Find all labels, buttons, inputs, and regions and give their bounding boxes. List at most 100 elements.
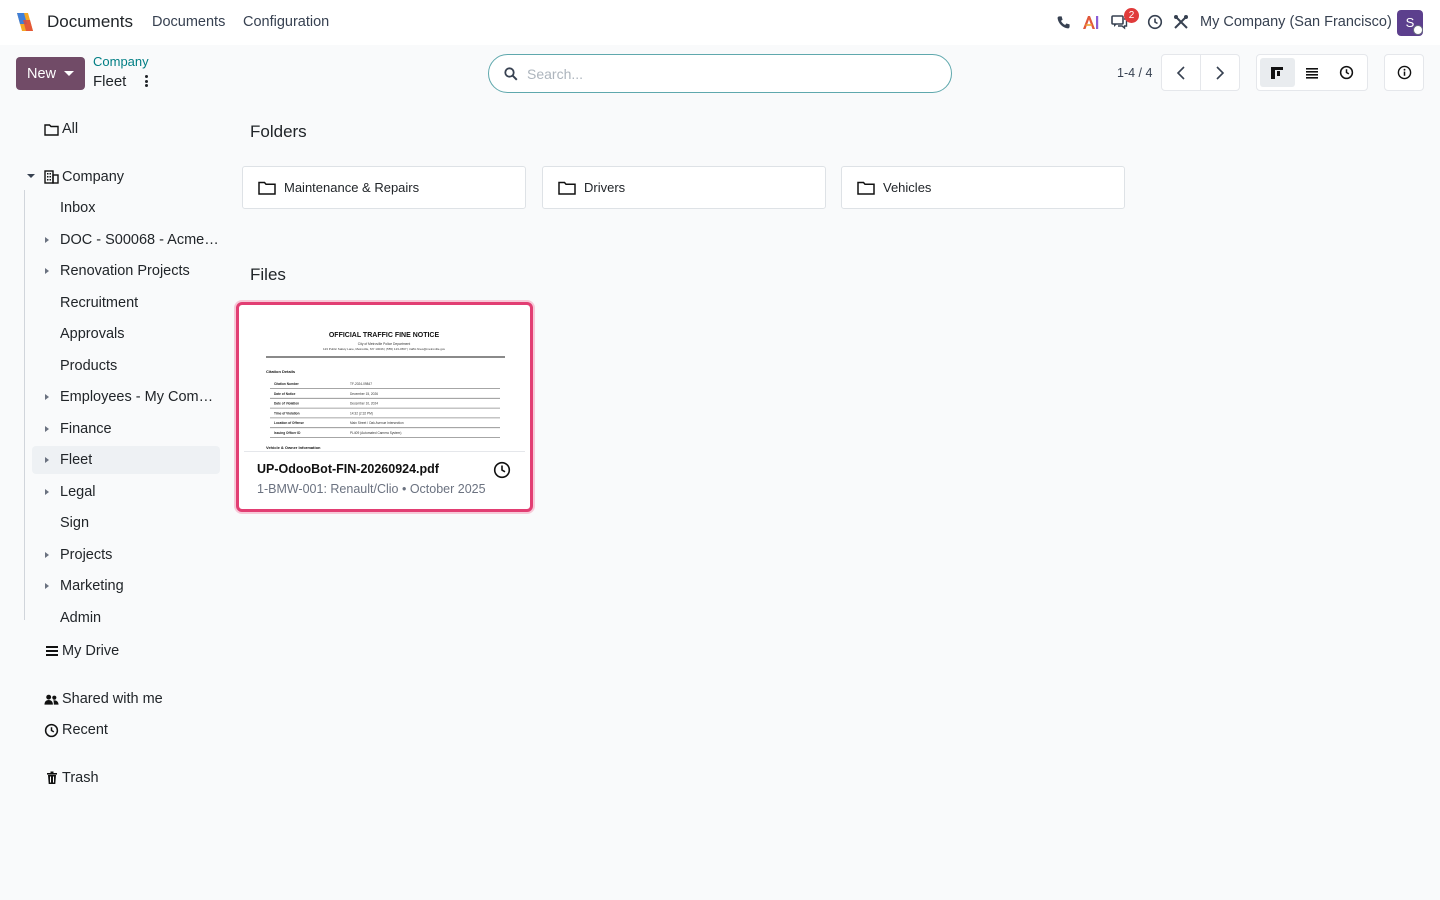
pager-next-button[interactable]: [1200, 55, 1239, 90]
caret-right-icon[interactable]: [45, 488, 49, 495]
activity-clock-icon[interactable]: [1146, 13, 1164, 31]
list-icon: [44, 644, 59, 659]
documents-app-logo-icon[interactable]: [14, 11, 36, 33]
sidebar-item[interactable]: Finance: [32, 415, 220, 443]
list-icon: [1306, 67, 1318, 79]
pager-value[interactable]: 1-4 / 4: [1117, 66, 1152, 80]
sidebar-item-label: Finance: [60, 420, 112, 437]
chevron-right-icon: [1216, 65, 1225, 80]
sidebar-shared-with-me[interactable]: Shared with me: [44, 687, 163, 711]
caret-right-icon[interactable]: [45, 551, 49, 558]
sidebar-item-label: Admin: [60, 609, 102, 626]
activity-view-button[interactable]: [1329, 58, 1364, 87]
sidebar-company[interactable]: Company: [44, 165, 124, 189]
sidebar-item-label: Legal: [60, 483, 96, 500]
caret-right-icon[interactable]: [45, 425, 49, 432]
folder-card-vehicles[interactable]: Vehicles: [841, 166, 1125, 209]
sidebar-company-label: Company: [62, 169, 125, 185]
sidebar-item-label: Projects: [60, 546, 113, 563]
sidebar-item-label: Employees - My Company: [60, 389, 220, 405]
caret-right-icon[interactable]: [45, 236, 49, 243]
sidebar-item[interactable]: Sign: [32, 509, 220, 537]
sidebar-all[interactable]: All: [44, 117, 78, 141]
preview-row-value: TF-2024-09847: [350, 382, 372, 386]
new-button[interactable]: New: [16, 57, 85, 90]
sidebar-item[interactable]: Employees - My Company: [32, 383, 220, 411]
folder-icon: [44, 122, 59, 137]
preview-subtitle: City of Metroville Police Department: [358, 342, 410, 346]
sidebar-item[interactable]: Products: [32, 352, 220, 380]
folder-card-maintenance[interactable]: Maintenance & Repairs: [242, 166, 526, 209]
sidebar-item[interactable]: DOC - S00068 - Acme Corporation: [32, 226, 220, 254]
clock-icon: [1340, 65, 1354, 80]
folders-heading: Folders: [250, 122, 307, 141]
sidebar-item[interactable]: Projects: [32, 541, 220, 569]
info-icon: [1397, 65, 1411, 80]
sidebar-item[interactable]: Marketing: [32, 572, 220, 600]
kanban-icon: [1271, 66, 1284, 79]
sidebar-item[interactable]: Fleet: [32, 446, 220, 474]
tools-icon[interactable]: [1172, 13, 1190, 31]
folder-icon: [558, 181, 576, 195]
sidebar-trash[interactable]: Trash: [44, 766, 99, 790]
preview-row-value: December 10, 2024: [350, 402, 378, 406]
phone-icon[interactable]: [1054, 13, 1072, 31]
sidebar-item[interactable]: Admin: [32, 604, 220, 632]
sidebar-my-drive[interactable]: My Drive: [44, 639, 119, 663]
sidebar-item[interactable]: Renovation Projects: [32, 257, 220, 285]
sidebar-item-label: Products: [60, 357, 118, 374]
chevron-left-icon: [1176, 65, 1185, 80]
sidebar-my-drive-label: My Drive: [62, 643, 120, 659]
sidebar-item-label: Fleet: [60, 452, 93, 468]
preview-title: OFFICIAL TRAFFIC FINE NOTICE: [329, 332, 440, 339]
sidebar-item-label: DOC - S00068 - Acme Corporation: [60, 231, 220, 248]
new-button-label: New: [26, 65, 56, 82]
sidebar-recent-label: Recent: [62, 722, 108, 738]
kebab-menu-icon[interactable]: [143, 73, 149, 89]
preview-row-key: Date of Violation: [274, 402, 299, 406]
kanban-view-button[interactable]: [1260, 58, 1295, 87]
caret-expanded-icon[interactable]: [27, 174, 35, 178]
app-name[interactable]: Documents: [47, 12, 133, 32]
search-input[interactable]: [527, 65, 927, 82]
menu-documents[interactable]: Documents: [152, 14, 225, 30]
info-button[interactable]: [1384, 54, 1424, 91]
caret-right-icon[interactable]: [45, 583, 49, 589]
sidebar-item-label: Renovation Projects: [60, 263, 190, 279]
sidebar-item[interactable]: Recruitment: [32, 289, 220, 317]
view-switcher: [1256, 54, 1368, 91]
sidebar-item-label: Sign: [60, 515, 90, 531]
sidebar-item[interactable]: Legal: [32, 478, 220, 506]
users-icon: [44, 692, 59, 707]
preview-row-key: Time of Violation: [274, 411, 300, 415]
list-view-button[interactable]: [1295, 58, 1330, 87]
files-heading: Files: [250, 265, 286, 284]
sidebar-all-label: All: [62, 121, 79, 137]
folder-icon: [857, 181, 875, 195]
caret-right-icon[interactable]: [45, 457, 49, 463]
menu-configuration[interactable]: Configuration: [243, 14, 329, 30]
preview-row-key: Citation Number: [274, 382, 300, 386]
file-meta: 1-BMW-001: Renault/Clio • October 2025: [257, 482, 486, 496]
ai-icon[interactable]: [1082, 13, 1100, 31]
search-bar[interactable]: [488, 54, 952, 93]
preview-row-key: Date of Notice: [274, 392, 296, 396]
caret-right-icon[interactable]: [45, 394, 49, 400]
file-thumbnail: OFFICIAL TRAFFIC FINE NOTICE City of Met…: [244, 310, 525, 452]
caret-right-icon[interactable]: [45, 268, 49, 274]
preview-row-value: December 15, 2026: [350, 392, 378, 396]
folder-card-drivers[interactable]: Drivers: [542, 166, 826, 209]
preview-row-value: 14:32 (2:32 PM): [350, 411, 373, 415]
sidebar-item[interactable]: Approvals: [32, 320, 220, 348]
sidebar-recent[interactable]: Recent: [44, 718, 108, 742]
activity-clock-icon[interactable]: [493, 461, 511, 479]
search-icon: [504, 66, 518, 81]
pager-previous-button[interactable]: [1162, 55, 1200, 90]
clock-icon: [44, 723, 59, 738]
file-card[interactable]: OFFICIAL TRAFFIC FINE NOTICE City of Met…: [236, 302, 533, 512]
company-switcher[interactable]: My Company (San Francisco): [1200, 14, 1392, 30]
sidebar-item[interactable]: Inbox: [32, 194, 220, 222]
preview-row-key: Issuing Officer ID: [274, 431, 301, 435]
breadcrumb-parent[interactable]: Company: [93, 54, 149, 69]
folder-card-label: Maintenance & Repairs: [284, 180, 420, 195]
